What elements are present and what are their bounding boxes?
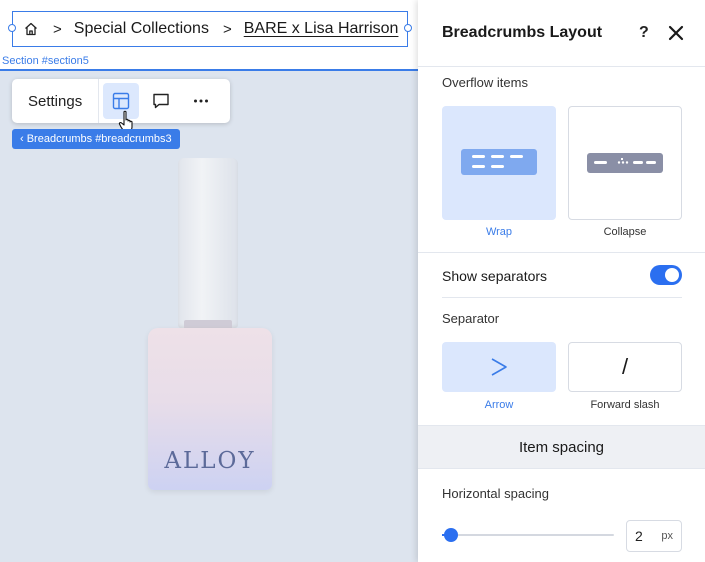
horizontal-spacing-slider[interactable] [442, 528, 614, 542]
section-boundary [0, 69, 418, 71]
panel-header: Breadcrumbs Layout ? [418, 0, 705, 67]
editor-canvas[interactable]: > Special Collections > BARE x Lisa Harr… [0, 0, 418, 562]
more-actions-button[interactable] [183, 83, 219, 119]
show-separators-toggle[interactable] [650, 265, 682, 285]
overflow-option-wrap[interactable] [442, 106, 556, 220]
breadcrumbs-layout-panel: Breadcrumbs Layout ? Overflow items Wrap… [418, 0, 705, 562]
resize-handle-left[interactable] [8, 24, 16, 32]
overflow-option-collapse-label[interactable]: Collapse [568, 226, 682, 238]
breadcrumbs-element[interactable]: > Special Collections > BARE x Lisa Harr… [12, 11, 408, 47]
more-horizontal-icon [194, 99, 209, 103]
collapse-layout-icon [587, 153, 663, 173]
show-separators-label: Show separators [442, 268, 548, 284]
product-brand-label: ALLOY [164, 448, 256, 474]
forward-slash-separator-glyph: / [621, 354, 629, 379]
separator-label: Separator [442, 311, 500, 326]
spacing-unit: px [661, 530, 673, 542]
breadcrumb-separator: > [53, 20, 62, 38]
separator-option-arrow-label[interactable]: Arrow [442, 399, 556, 411]
breadcrumb-item-current[interactable]: BARE x Lisa Harrison [244, 20, 399, 38]
separator-option-forward-slash[interactable]: / [568, 342, 682, 392]
panel-title: Breadcrumbs Layout [442, 24, 603, 41]
help-button[interactable]: ? [639, 24, 655, 42]
divider [442, 297, 682, 298]
breadcrumb-item-special-collections[interactable]: Special Collections [74, 20, 209, 38]
home-icon[interactable] [23, 21, 39, 37]
resize-handle-right[interactable] [404, 24, 412, 32]
overflow-items-label: Overflow items [442, 75, 528, 90]
slider-handle[interactable] [443, 528, 458, 542]
separator-option-arrow[interactable] [442, 342, 556, 392]
horizontal-spacing-label: Horizontal spacing [442, 486, 549, 501]
toggle-knob [665, 268, 679, 282]
item-spacing-section-header: Item spacing [418, 425, 705, 469]
nail-polish-bottle: ALLOY [148, 328, 272, 490]
comment-button[interactable] [143, 83, 179, 119]
close-icon[interactable] [667, 24, 685, 42]
wrap-layout-icon [461, 149, 537, 175]
layout-icon [113, 92, 130, 110]
comment-icon [153, 93, 169, 109]
separator-option-forward-slash-label[interactable]: Forward slash [568, 399, 682, 411]
section-label: Section #section5 [2, 55, 89, 67]
overflow-option-wrap-label[interactable]: Wrap [442, 226, 556, 238]
nail-polish-cap [178, 158, 238, 328]
spacing-value[interactable]: 2 [635, 528, 643, 544]
settings-button[interactable]: Settings [12, 79, 100, 123]
element-breadcrumb-chip[interactable]: ‹ Breadcrumbs #breadcrumbs3 [12, 129, 180, 149]
arrow-separator-icon [491, 358, 507, 376]
breadcrumb-separator: > [222, 20, 232, 38]
horizontal-spacing-input[interactable]: 2 px [626, 520, 682, 552]
overflow-option-collapse[interactable] [568, 106, 682, 220]
divider [418, 252, 705, 253]
